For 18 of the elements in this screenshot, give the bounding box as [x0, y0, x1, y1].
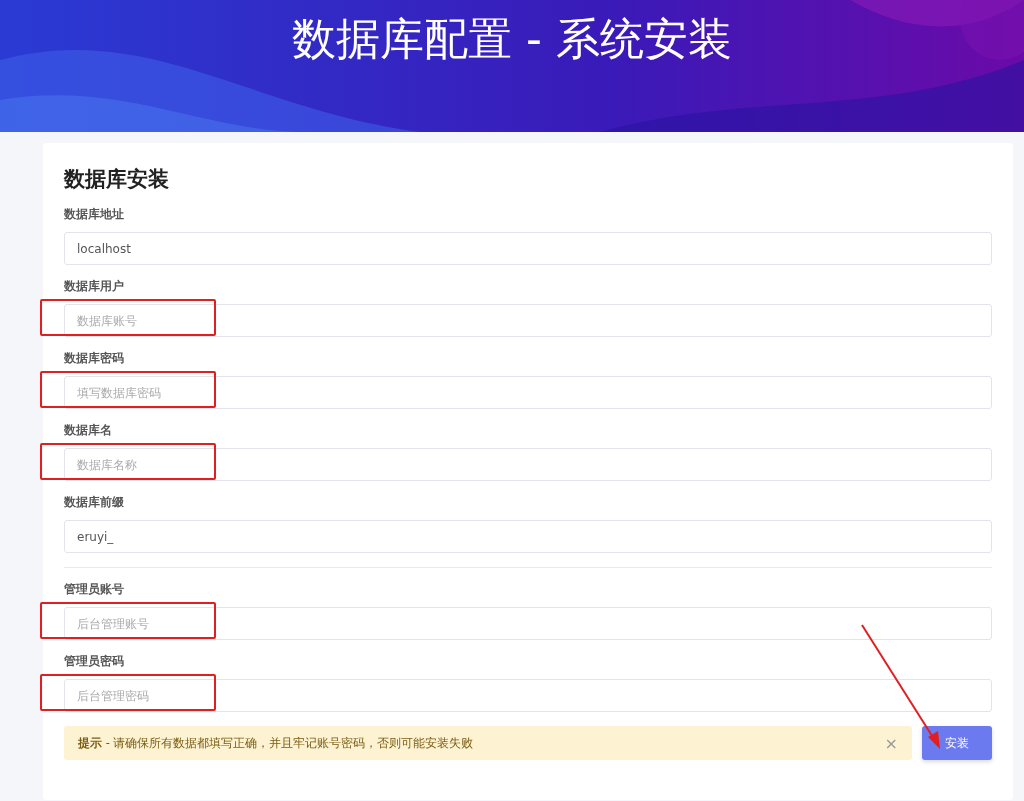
input-field[interactable]: 后台管理账号 [64, 607, 992, 640]
field-label: 管理员账号 [64, 582, 125, 598]
page-title: 数据库配置 - 系统安装 [292, 12, 732, 66]
input-field[interactable]: 数据库账号 [64, 304, 992, 337]
install-button[interactable]: 安装 [922, 726, 992, 760]
input-field[interactable]: eruyi_ [64, 520, 992, 553]
field-label: 数据库前缀 [64, 495, 125, 511]
input-field[interactable]: localhost [64, 232, 992, 265]
input-field[interactable]: 填写数据库密码 [64, 376, 992, 409]
alert-text: 提示 - 请确保所有数据都填写正确，并且牢记账号密码，否则可能安装失败 [78, 735, 474, 751]
field-label: 数据库密码 [64, 351, 125, 367]
field-label: 数据库用户 [64, 279, 125, 295]
field-label: 数据库名 [64, 423, 113, 439]
input-field[interactable]: 数据库名称 [64, 448, 992, 481]
card-title: 数据库安装 [64, 166, 170, 193]
field-label: 管理员密码 [64, 654, 125, 670]
field-label: 数据库地址 [64, 207, 125, 223]
input-field[interactable]: 后台管理密码 [64, 679, 992, 712]
